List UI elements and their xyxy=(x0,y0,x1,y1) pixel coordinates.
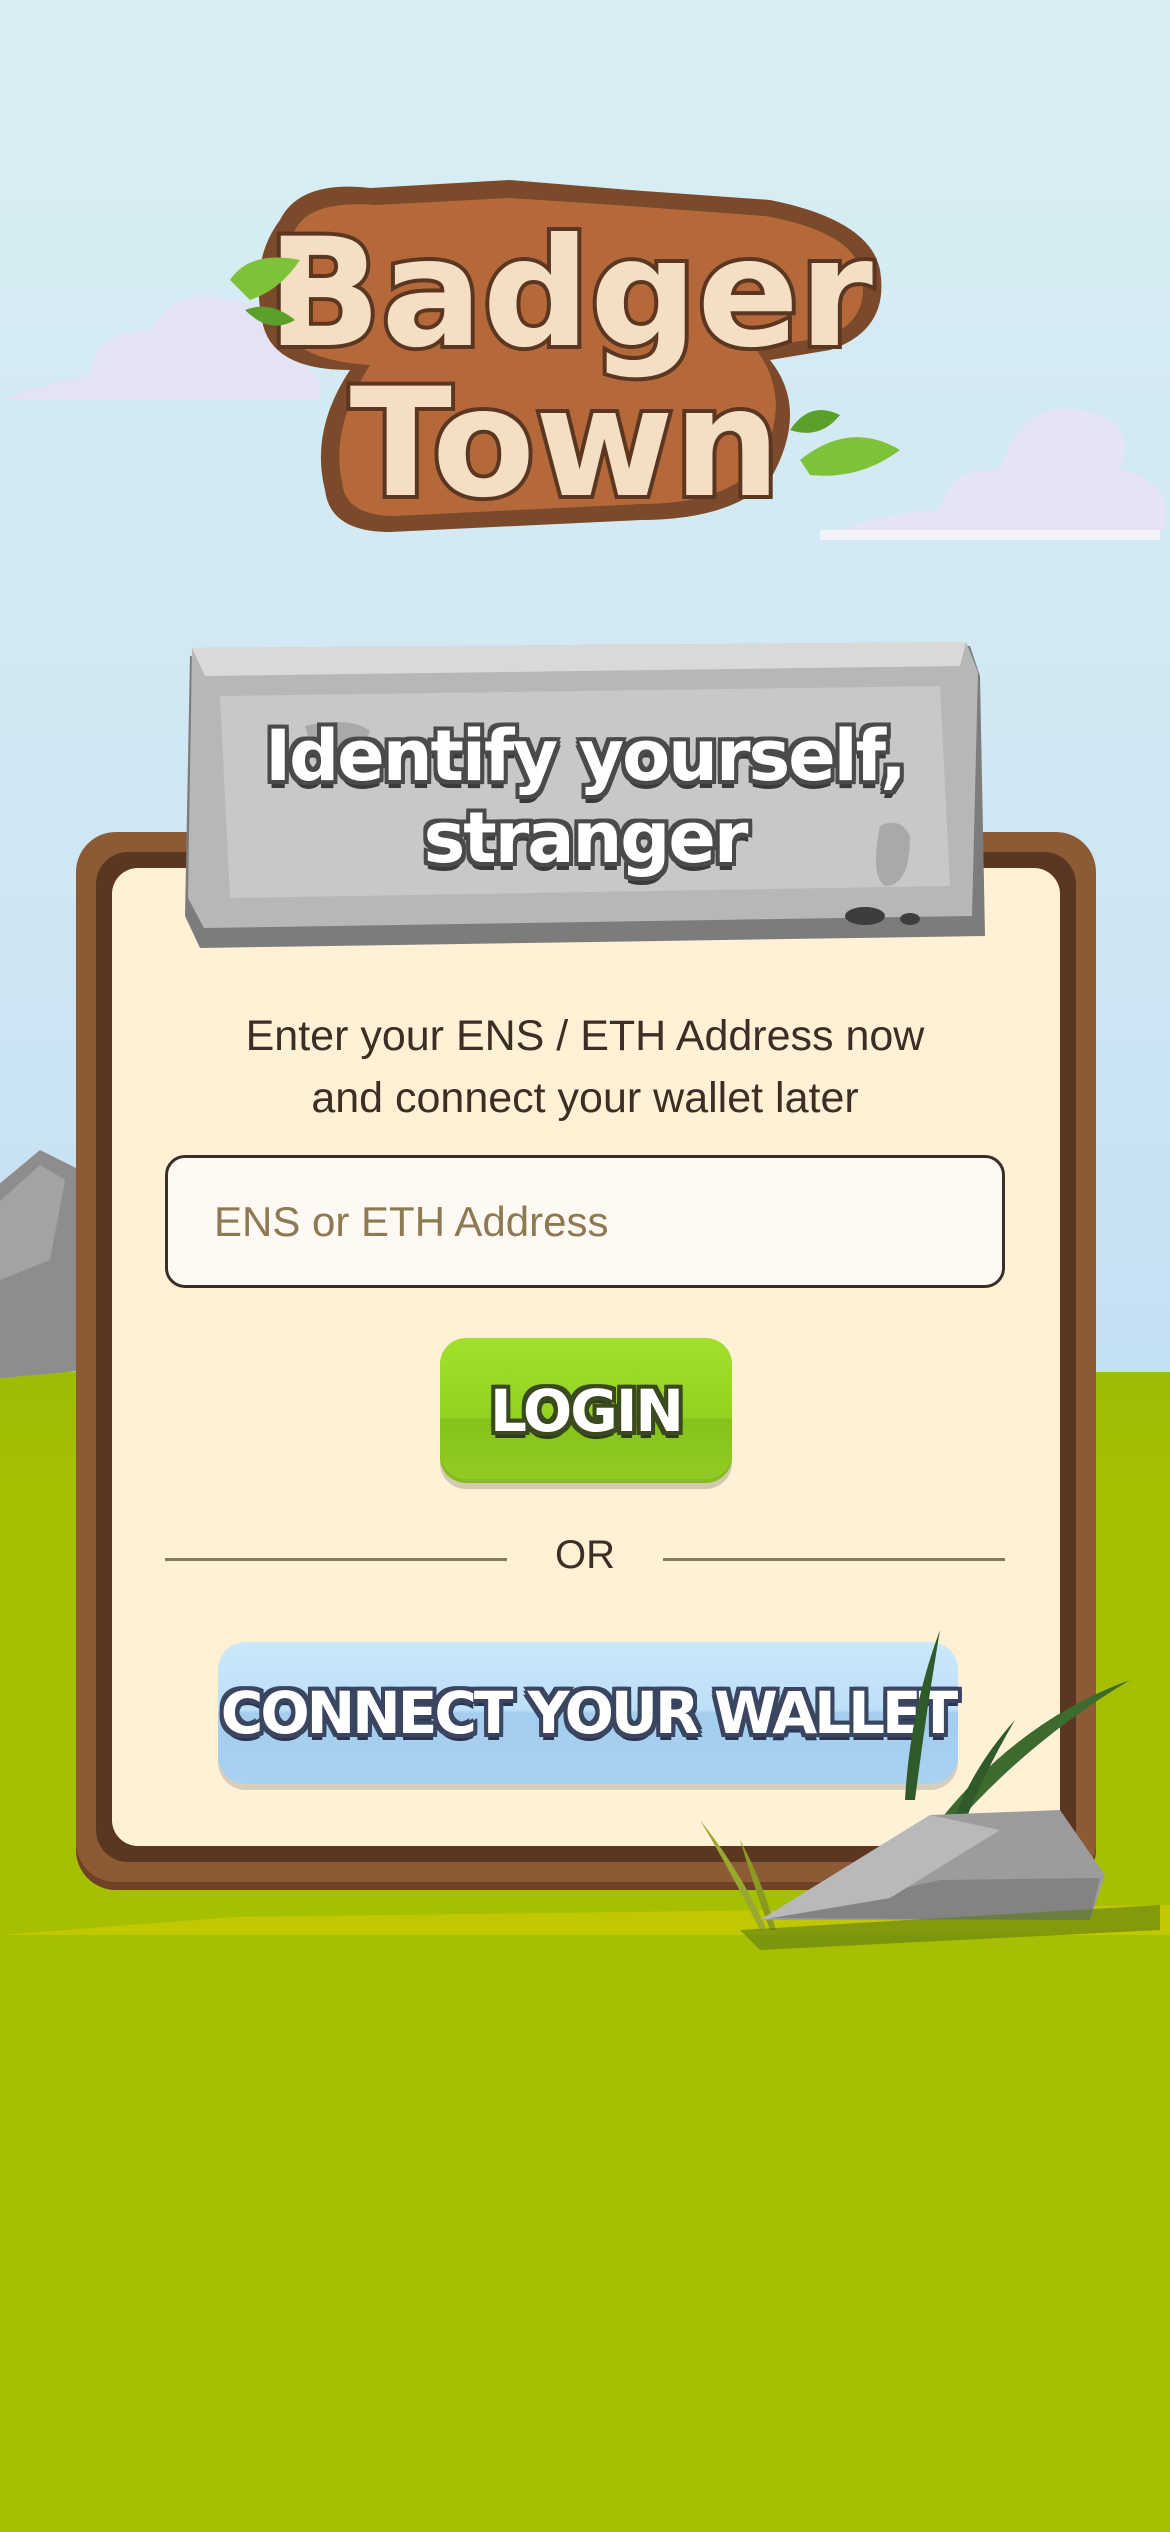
login-instructions: Enter your ENS / ETH Address now and con… xyxy=(140,1005,1030,1129)
sign-title-line1: Identify yourself, xyxy=(265,715,907,797)
divider-line-left xyxy=(165,1558,507,1561)
logo-line2: Town xyxy=(350,357,781,531)
logo-line1: Badger xyxy=(267,207,873,381)
divider-or: OR xyxy=(555,1533,615,1577)
rock-icon xyxy=(740,1810,1160,1950)
login-button-label: LOGIN xyxy=(490,1376,684,1445)
sign-title-line2: stranger xyxy=(423,797,749,879)
address-input[interactable] xyxy=(168,1158,1002,1285)
login-screen: Badger Town Identify yourself, stranger … xyxy=(0,0,1170,2532)
divider-line-right xyxy=(663,1558,1005,1561)
sign-title: Identify yourself, stranger xyxy=(180,715,990,879)
address-field xyxy=(165,1155,1005,1288)
login-instructions-line1: Enter your ENS / ETH Address now xyxy=(245,1012,925,1060)
login-button[interactable]: LOGIN xyxy=(440,1338,732,1483)
badger-town-logo: Badger Town xyxy=(230,180,900,535)
login-instructions-line2: and connect your wallet later xyxy=(311,1074,859,1122)
